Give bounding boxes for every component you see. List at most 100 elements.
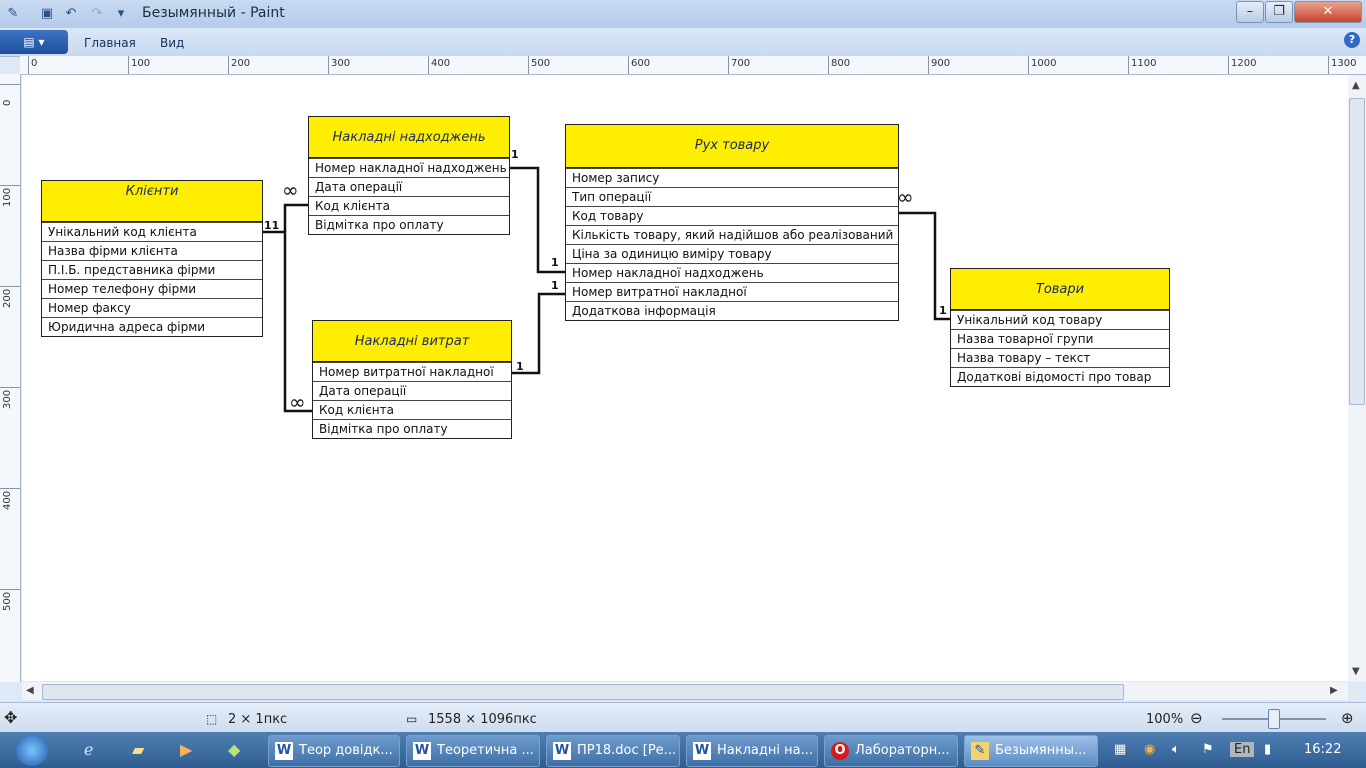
scroll-up-icon[interactable]: ▲ [1352, 80, 1360, 91]
media-player-icon[interactable]: ▶ [180, 740, 192, 759]
paint-icon: ✎ [971, 741, 989, 760]
ruler-label: 500 [531, 58, 551, 69]
word-icon: W [413, 741, 431, 760]
cursor-position-icon: ✥ [4, 708, 18, 727]
ruler-label: 400 [2, 490, 13, 510]
ruler-label: 300 [2, 389, 13, 409]
ruler-tick [0, 185, 20, 186]
table-field: Номер запису [566, 168, 898, 187]
ruler-tick [28, 56, 29, 74]
window-title: Безымянный - Paint [142, 5, 285, 21]
table-field: Назва фірми клієнта [42, 241, 262, 260]
taskbar-item-word-1[interactable]: W Теор довідк... [268, 735, 400, 767]
table-title: Клієнти [42, 181, 262, 222]
paint-app-icon[interactable]: ✎ [4, 5, 22, 23]
cardinality-many-label: ∞ [897, 185, 914, 209]
ruler-tick [1028, 56, 1029, 74]
table-field: П.І.Б. представника фірми [42, 260, 262, 279]
ruler-tick [0, 84, 20, 85]
link-clients-expense [261, 230, 312, 413]
ruler-tick [128, 56, 129, 74]
language-indicator[interactable]: En [1230, 742, 1255, 757]
customize-quick-access-icon[interactable]: ▾ [112, 5, 130, 23]
vertical-scroll-thumb[interactable] [1349, 98, 1365, 405]
table-field: Юридична адреса фірми [42, 317, 262, 336]
undo-icon[interactable]: ↶ [62, 5, 80, 23]
table-field: Дата операції [313, 381, 511, 400]
taskbar-item-opera[interactable]: O Лабораторн... [824, 735, 958, 767]
table-field: Назва товару – текст [951, 348, 1169, 367]
close-button[interactable]: ✕ [1294, 1, 1362, 23]
update-icon[interactable]: ◉ [1144, 742, 1155, 757]
network-icon[interactable]: ▦ [1114, 742, 1126, 757]
cardinality-one-label: 1 [551, 279, 559, 292]
taskbar-item-label: Накладні на... [717, 743, 813, 758]
horizontal-scroll-thumb[interactable] [42, 684, 1124, 700]
ruler-tick [1228, 56, 1229, 74]
action-center-flag-icon[interactable]: ⚑ [1202, 742, 1214, 757]
taskbar-item-label: Безымянны... [995, 743, 1087, 758]
tab-view[interactable]: Вид [160, 36, 184, 50]
ruler-tick [228, 56, 229, 74]
ruler-tick [0, 589, 20, 590]
save-icon[interactable]: ▣ [38, 5, 56, 23]
zoom-out-icon[interactable]: ⊖ [1190, 709, 1203, 727]
ruler-label: 700 [731, 58, 751, 69]
scroll-right-icon[interactable]: ▶ [1330, 685, 1338, 696]
ruler-label: 400 [431, 58, 451, 69]
minimize-button[interactable]: – [1236, 1, 1264, 23]
selection-icon: ⬚ [206, 712, 218, 726]
table-field: Відмітка про оплату [309, 215, 509, 234]
table-field: Дата операції [309, 177, 509, 196]
maximize-button[interactable]: ❐ [1265, 1, 1293, 23]
ie-icon[interactable]: ℯ [84, 740, 93, 759]
drawing-canvas[interactable]: 1 1 1 1 11 1 ∞ ∞ ∞ Клієнти Унікальний ко… [22, 75, 1348, 681]
selection-size: 2 × 1пкс [228, 712, 288, 727]
ruler-label: 200 [231, 58, 251, 69]
ruler-label: 800 [831, 58, 851, 69]
scroll-left-icon[interactable]: ◀ [26, 685, 34, 696]
table-goods-movement: Рух товару Номер запису Тип операції Код… [565, 124, 899, 321]
status-bar: ✥ ⬚ 2 × 1пкс ▭ 1558 × 1096пкс 100% ⊖ ⊕ [0, 702, 1366, 733]
ruler-label: 100 [131, 58, 151, 69]
start-button[interactable] [16, 734, 48, 766]
table-field: Номер телефону фірми [42, 279, 262, 298]
volume-icon[interactable]: 🔈︎ [1172, 742, 1180, 757]
table-field: Номер накладної надходжень [309, 158, 509, 177]
cardinality-one-label: 1 [939, 304, 947, 317]
image-size-icon: ▭ [406, 712, 418, 726]
table-title: Товари [951, 269, 1169, 310]
explorer-icon[interactable]: ▰ [132, 740, 144, 759]
zoom-in-icon[interactable]: ⊕ [1341, 709, 1354, 727]
taskbar-item-word-3[interactable]: W ПР18.doc [Ре... [546, 735, 680, 767]
help-icon[interactable]: ? [1344, 32, 1360, 48]
ruler-tick [928, 56, 929, 74]
taskbar-item-paint[interactable]: ✎ Безымянны... [964, 735, 1098, 767]
vertical-ruler: 0100200300400500600 [0, 74, 21, 682]
cardinality-one-label: 1 [511, 148, 519, 161]
table-field: Унікальний код товару [951, 310, 1169, 329]
table-field: Тип операції [566, 187, 898, 206]
sticky-app-icon[interactable]: ◆ [228, 740, 240, 759]
ribbon-bar [0, 28, 1366, 57]
taskbar-item-label: ПР18.doc [Ре... [577, 743, 677, 758]
table-field: Додаткова інформація [566, 301, 898, 320]
table-title: Накладні витрат [313, 321, 511, 362]
ruler-label: 1200 [1231, 58, 1257, 69]
ruler-label: 500 [2, 591, 13, 611]
zoom-level: 100% [1146, 712, 1184, 727]
paint-menu-button[interactable]: ▤ ▾ [0, 30, 68, 54]
redo-icon[interactable]: ↷ [88, 5, 106, 23]
clock[interactable]: 16:22 [1304, 742, 1341, 757]
taskbar-item-word-2[interactable]: W Теоретична ... [406, 735, 540, 767]
taskbar-item-label: Теоретична ... [437, 743, 534, 758]
taskbar-item-word-4[interactable]: W Накладні на... [686, 735, 818, 767]
table-field: Відмітка про оплату [313, 419, 511, 438]
scroll-down-icon[interactable]: ▼ [1352, 666, 1360, 677]
table-field: Номер накладної надходжень [566, 263, 898, 282]
table-field: Ціна за одиницю виміру товару [566, 244, 898, 263]
zoom-slider-thumb[interactable] [1268, 709, 1280, 729]
tab-home[interactable]: Главная [84, 36, 136, 50]
table-incoming-invoices: Накладні надходжень Номер накладної надх… [308, 116, 510, 235]
safely-remove-icon[interactable]: ▮ [1264, 742, 1271, 757]
